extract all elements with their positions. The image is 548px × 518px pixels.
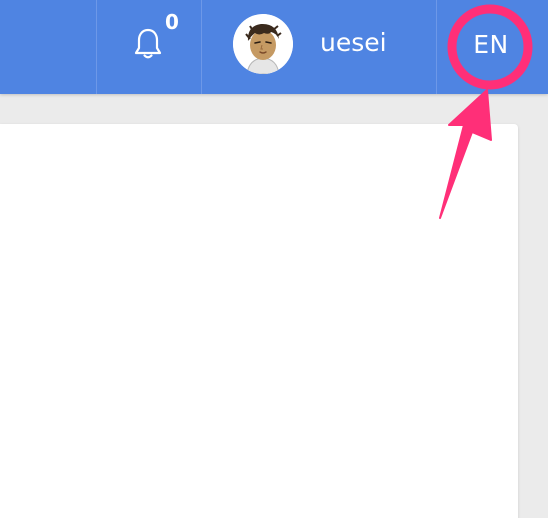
bell-icon	[134, 28, 162, 59]
top-header: 0 uesei EN	[0, 0, 548, 94]
user-avatar-icon	[233, 14, 293, 74]
content-card	[0, 124, 518, 518]
language-button[interactable]: EN	[455, 22, 527, 68]
avatar[interactable]	[233, 14, 293, 74]
app-window: 0 uesei EN	[0, 0, 548, 518]
notifications-button[interactable]: 0	[97, 0, 201, 94]
language-switcher[interactable]: EN	[437, 0, 548, 94]
username-label[interactable]: uesei	[320, 27, 387, 59]
user-menu[interactable]: uesei	[202, 0, 436, 94]
notification-count-badge: 0	[165, 10, 179, 34]
